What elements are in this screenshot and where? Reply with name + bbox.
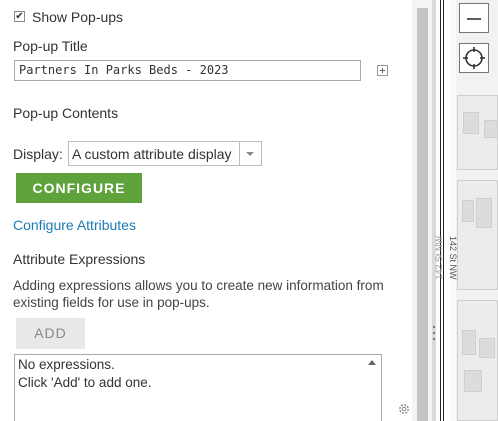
panel-scrollbar-thumb[interactable]	[417, 8, 428, 421]
gear-icon[interactable]	[397, 402, 411, 416]
expressions-description: Adding expressions allows you to create …	[13, 278, 384, 310]
check-icon: ✔	[15, 11, 24, 22]
minus-icon	[467, 18, 481, 20]
map-block	[457, 180, 498, 290]
popup-title-label: Pop-up Title	[13, 38, 88, 54]
map-building	[463, 112, 479, 134]
map-sidewalk	[450, 0, 456, 421]
display-label: Display:	[13, 146, 63, 162]
display-select-value: A custom attribute display	[72, 146, 232, 162]
show-popups-label[interactable]: Show Pop-ups	[32, 9, 123, 25]
map-building	[479, 338, 495, 358]
map-block	[457, 300, 498, 421]
chevron-down-icon[interactable]	[239, 142, 261, 165]
street-label: 142 St NW	[448, 236, 458, 280]
configure-button[interactable]: CONFIGURE	[16, 173, 142, 203]
map-road-edge	[443, 0, 444, 421]
add-expression-button[interactable]: ADD	[16, 318, 85, 349]
map-road-edge	[440, 0, 441, 421]
popup-config-panel: ✔ Show Pop-ups Pop-up Title Partners In …	[0, 0, 412, 421]
map-building	[476, 198, 492, 228]
map-building	[464, 370, 482, 392]
popup-title-input[interactable]: Partners In Parks Beds - 2023	[14, 60, 361, 81]
locate-button[interactable]	[459, 43, 489, 73]
expressions-list[interactable]: No expressions. Click 'Add' to add one.	[14, 354, 382, 421]
expressions-empty-line2: Click 'Add' to add one.	[18, 375, 152, 390]
attribute-expressions-label: Attribute Expressions	[13, 251, 146, 267]
map-building	[484, 120, 498, 138]
map-building	[462, 200, 474, 222]
map-building	[462, 330, 476, 355]
scroll-up-arrow-icon[interactable]	[368, 360, 376, 365]
popup-contents-label: Pop-up Contents	[13, 105, 119, 121]
configure-attributes-link[interactable]: Configure Attributes	[13, 217, 136, 233]
zoom-out-button[interactable]	[459, 3, 489, 33]
street-label-faint: 142 St NW	[434, 236, 444, 280]
display-select[interactable]: A custom attribute display	[68, 141, 262, 166]
plus-box-icon[interactable]	[377, 65, 388, 76]
locate-icon	[463, 47, 485, 69]
expressions-empty-line1: No expressions.	[18, 357, 115, 372]
show-popups-checkbox[interactable]: ✔	[14, 11, 25, 22]
